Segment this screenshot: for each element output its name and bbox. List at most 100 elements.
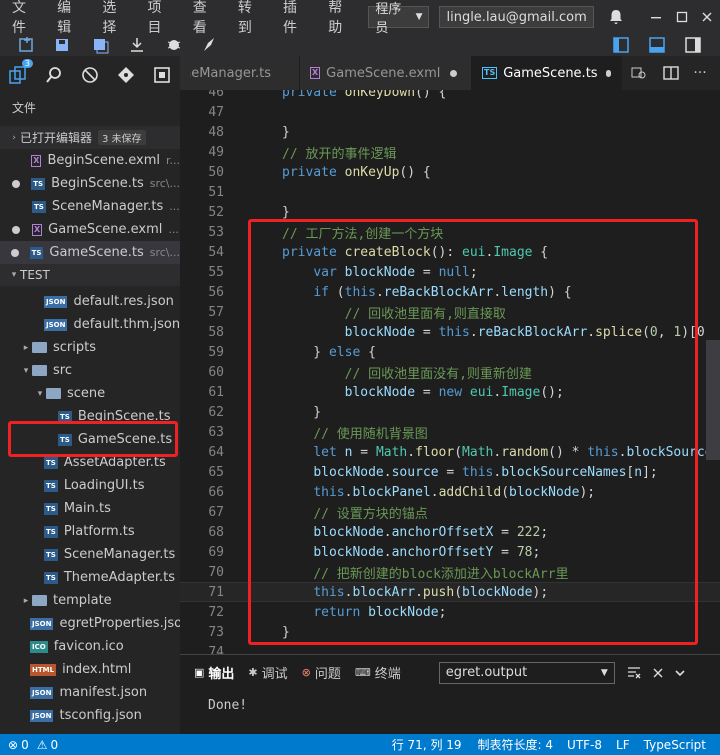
menu-item[interactable]: 查看: [184, 0, 229, 37]
tree-item-name: default.thm.json: [73, 317, 180, 332]
explorer-icon[interactable]: 3: [0, 56, 36, 94]
tree-item-name: SceneManager.ts: [63, 547, 176, 562]
clear-output-icon[interactable]: [621, 665, 647, 681]
code-token: splice: [595, 324, 643, 340]
bell-icon[interactable]: [606, 7, 626, 27]
tree-item[interactable]: TS BeginScene.ts: [0, 405, 180, 428]
tree-item[interactable]: TS GameScene.ts: [0, 428, 180, 451]
tree-item[interactable]: HTML index.html: [0, 658, 180, 681]
code-token: ;: [438, 604, 447, 620]
menu-item[interactable]: 文件: [0, 0, 48, 37]
close-button[interactable]: [694, 7, 720, 27]
minimize-button[interactable]: [643, 7, 669, 27]
maximize-button[interactable]: [669, 7, 695, 27]
tree-item[interactable]: JSON default.thm.json: [0, 313, 180, 336]
menu-item[interactable]: 插件: [274, 0, 319, 37]
activity-bar: 3: [0, 56, 180, 94]
encoding[interactable]: UTF-8: [567, 738, 602, 752]
tab-label: SceneManager.ts: [190, 65, 271, 81]
tab-problems[interactable]: ⊗ 问题: [302, 663, 341, 682]
tree-item[interactable]: JSON default.res.json: [0, 290, 180, 313]
code-line: 60 // 回收池里面没有,则重新创建: [180, 362, 532, 382]
code-token: =: [352, 444, 376, 460]
account-email[interactable]: lingle.lau@gmail.com: [439, 6, 594, 28]
json-file-icon: JSON: [30, 686, 54, 699]
tab-gamescene-ts[interactable]: TS GameScene.ts: [472, 56, 622, 90]
tree-item[interactable]: TS AssetAdapter.ts: [0, 451, 180, 474]
tree-item[interactable]: TS Main.ts: [0, 497, 180, 520]
open-editor-name: GameScene.exml: [48, 222, 163, 237]
open-editor-item[interactable]: X GameScene.exml...: [0, 218, 180, 241]
chevron-down-icon[interactable]: [669, 667, 691, 679]
tree-item[interactable]: JSON egretProperties.json: [0, 612, 180, 635]
tree-item[interactable]: JSON tsconfig.json: [0, 704, 180, 727]
tree-item[interactable]: TS ThemeAdapter.ts: [0, 566, 180, 589]
cursor-position[interactable]: 行 71, 列 19: [392, 736, 462, 753]
open-editor-item[interactable]: TS BeginScene.ts src\...: [0, 172, 180, 195]
tree-item[interactable]: JSON manifest.json: [0, 681, 180, 704]
project-header[interactable]: ▾ TEST: [0, 264, 180, 286]
code-token: this: [313, 484, 345, 500]
open-editor-item[interactable]: X BeginScene.exml r...: [0, 149, 180, 172]
code-line: 67 // 设置方块的锚点: [180, 502, 427, 522]
json-file-icon: JSON: [30, 709, 54, 722]
more-actions-icon[interactable]: ···: [686, 56, 714, 90]
line-number: 64: [208, 444, 224, 460]
code-editor[interactable]: 46 private onKeyDown() {47 48} 49// 放开的事件逻辑…: [180, 90, 720, 654]
tree-item[interactable]: TS LoadingUI.ts: [0, 474, 180, 497]
tree-item[interactable]: ▾ scene: [0, 382, 180, 405]
tree-item[interactable]: TS SceneManager.ts: [0, 543, 180, 566]
editor-scrollbar[interactable]: [706, 340, 720, 460]
open-editor-item[interactable]: TS SceneManager.ts...: [0, 195, 180, 218]
tree-item[interactable]: ▸ scripts: [0, 336, 180, 359]
menu-item[interactable]: 编辑: [48, 0, 93, 37]
open-editor-path: ...: [169, 200, 180, 213]
tree-item[interactable]: ▸ template: [0, 589, 180, 612]
menu-item[interactable]: 帮助: [319, 0, 364, 37]
extensions-icon[interactable]: [144, 56, 180, 94]
output-panel: Done!: [180, 690, 720, 734]
search-icon[interactable]: [36, 56, 72, 94]
code-text: this.blockArr.push(blockNode);: [282, 585, 548, 600]
problems-status[interactable]: ⊗ 0 ⚠ 0: [8, 738, 58, 752]
tree-item[interactable]: ▾ src: [0, 359, 180, 382]
open-editor-item[interactable]: TS GameScene.ts src\...: [0, 241, 180, 264]
code-line: 70 // 把新创建的block添加进入blockArr里: [180, 562, 568, 582]
tab-size[interactable]: 制表符长度: 4: [478, 736, 554, 753]
split-editor-icon[interactable]: [656, 56, 686, 90]
close-panel-icon[interactable]: [647, 667, 669, 679]
output-channel-select[interactable]: egret.output ▼: [438, 661, 615, 684]
code-token: blockNode: [368, 604, 439, 620]
unsaved-dot-icon: [450, 69, 458, 77]
code-text: blockNode.anchorOffsetX = 222;: [282, 525, 548, 540]
debug-no-bug-icon[interactable]: [72, 56, 108, 94]
open-changes-icon[interactable]: [622, 56, 656, 90]
line-ending[interactable]: LF: [616, 738, 630, 752]
open-editors-header[interactable]: › 已打开编辑器 3 未保存: [0, 126, 180, 149]
language-mode[interactable]: TypeScript: [644, 738, 706, 752]
tree-item[interactable]: TS Platform.ts: [0, 520, 180, 543]
menu-item[interactable]: 项目: [139, 0, 184, 37]
menu-item[interactable]: 转到: [229, 0, 274, 37]
tab-problems-label: 问题: [314, 667, 341, 682]
exml-file-icon: X: [32, 223, 43, 236]
code-token: =: [415, 264, 439, 280]
tab-output[interactable]: ▣ 输出: [194, 663, 234, 682]
html-file-icon: HTML: [30, 663, 57, 676]
role-select[interactable]: 程序员 ▼: [368, 2, 430, 36]
code-token: 0: [649, 324, 658, 340]
tree-item[interactable]: ICO favicon.ico: [0, 635, 180, 658]
tab-terminal[interactable]: ⌨ 终端: [355, 663, 401, 682]
ts-file-icon: TS: [482, 67, 498, 79]
code-token: anchorOffsetY: [391, 544, 494, 560]
tab-debug[interactable]: ✱ 调试: [248, 663, 287, 682]
tab-gamescene-exml[interactable]: X GameScene.exml: [300, 56, 472, 90]
ts-file-icon: TS: [44, 479, 58, 492]
code-token: );: [532, 584, 549, 600]
git-icon[interactable]: [108, 56, 144, 94]
menu-item[interactable]: 选择: [93, 0, 138, 37]
code-token: if: [313, 284, 337, 300]
unsaved-dot-icon: [12, 225, 20, 234]
tab-scenemanager[interactable]: SceneManager.ts: [180, 56, 300, 90]
